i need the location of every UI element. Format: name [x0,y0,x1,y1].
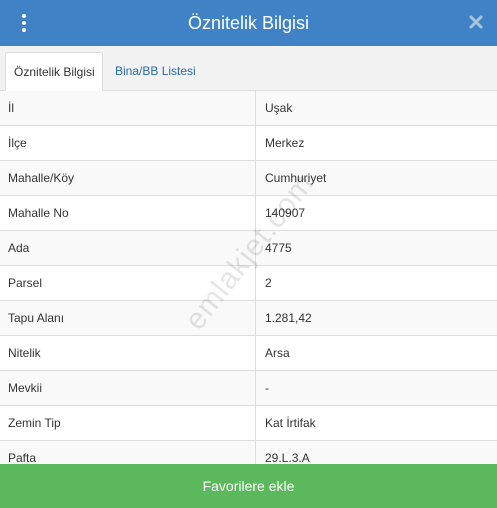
table-row: İl Uşak [0,91,497,126]
row-label: Nitelik [0,336,256,370]
add-to-favorites-button[interactable]: Favorilere ekle [0,464,497,508]
row-value: Uşak [265,101,293,115]
table-row: Mevkii - [0,371,497,406]
row-label: Parsel [0,266,256,300]
row-value: 1.281,42 [265,311,312,325]
table-row: İlçe Merkez [0,126,497,161]
tab-bar: Öznitelik Bilgisi Bina/BB Listesi [0,46,497,91]
table-row: Zemin Tip Kat İrtifak [0,406,497,441]
row-label: Ada [0,231,256,265]
row-label: İl [0,91,256,125]
row-value: Cumhuriyet [265,171,327,185]
table-row: Nitelik Arsa [0,336,497,371]
close-icon[interactable] [467,13,485,31]
row-value: 2 [265,276,272,290]
table-row: Parsel 2 [0,266,497,301]
row-label: Tapu Alanı [0,301,256,335]
row-value: Arsa [265,346,290,360]
row-label: Zemin Tip [0,406,256,440]
page-title: Öznitelik Bilgisi [187,13,310,33]
row-label: Mahalle/Köy [0,161,256,195]
header-bar: Öznitelik Bilgisi [0,0,497,46]
row-label: Mevkii [0,371,256,405]
row-value: Kat İrtifak [265,416,316,430]
row-value: 4775 [265,241,292,255]
attribute-table: İl Uşak İlçe Merkez Mahalle/Köy Cumhuriy… [0,91,497,476]
row-value: - [265,381,269,395]
tab-building-list[interactable]: Bina/BB Listesi [106,52,205,90]
table-row: Ada 4775 [0,231,497,266]
table-row: Tapu Alanı 1.281,42 [0,301,497,336]
table-row: Mahalle/Köy Cumhuriyet [0,161,497,196]
table-row: Mahalle No 140907 [0,196,497,231]
row-value: 140907 [265,206,306,220]
row-label: Mahalle No [0,196,256,230]
row-label: İlçe [0,126,256,160]
row-value: Merkez [265,136,305,150]
tab-attribute-info[interactable]: Öznitelik Bilgisi [5,52,103,91]
